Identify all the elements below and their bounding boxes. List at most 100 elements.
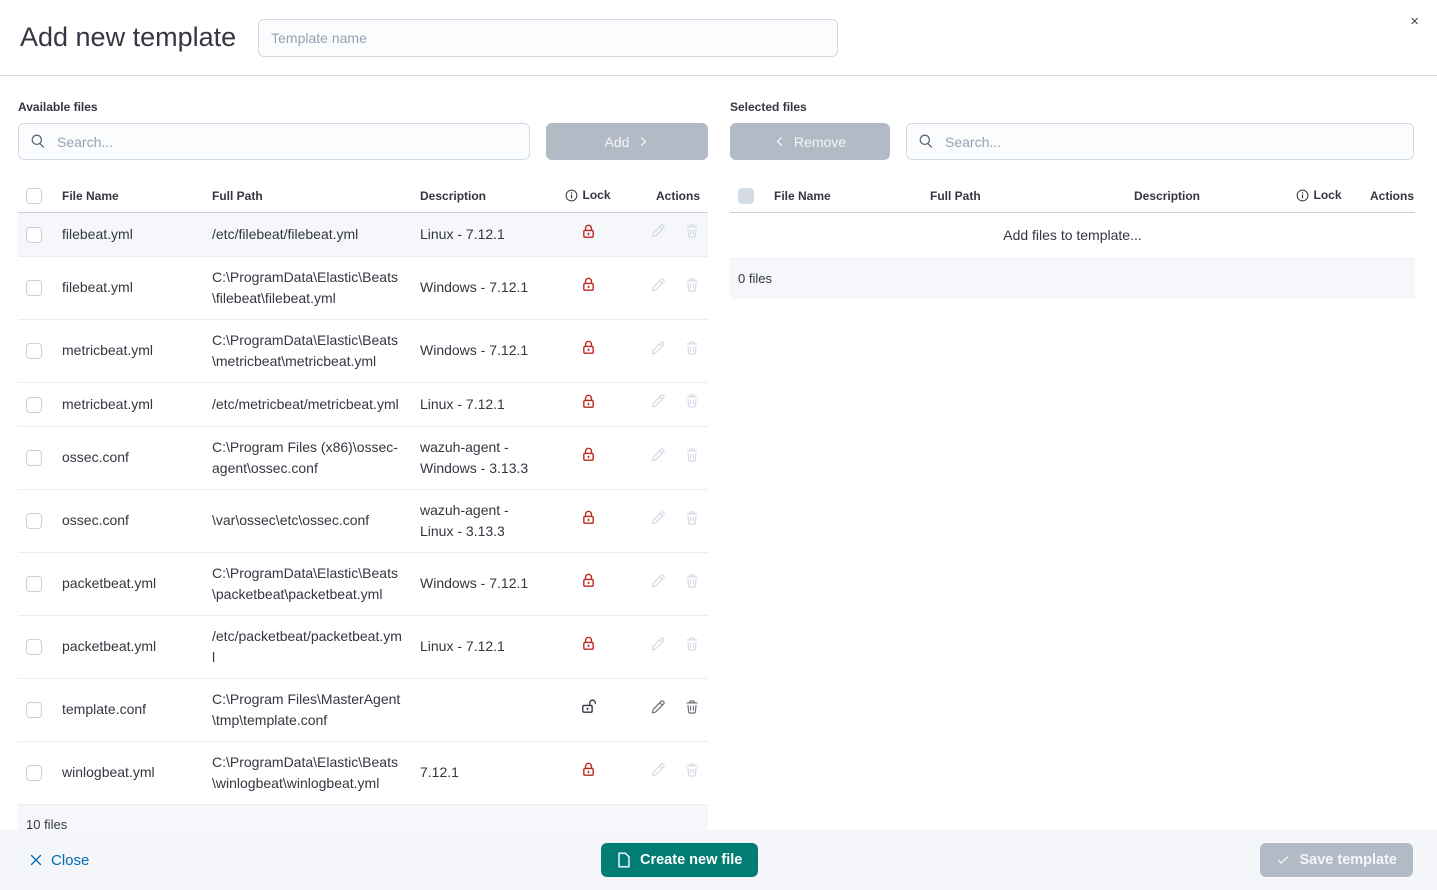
edit-pencil-icon xyxy=(650,573,666,589)
lock-open-icon xyxy=(580,702,597,718)
description-cell: Linux - 7.12.1 xyxy=(412,615,552,678)
trash-icon xyxy=(684,573,700,589)
lock-cell xyxy=(552,382,624,426)
column-actions: Actions xyxy=(1362,181,1415,212)
remove-button[interactable]: Remove xyxy=(730,123,890,160)
add-button[interactable]: Add xyxy=(546,123,708,160)
full-path-cell: C:\ProgramData\Elastic\Beats\metricbeat\… xyxy=(204,319,412,382)
chevron-left-icon xyxy=(774,136,785,147)
selected-count-label: 0 files xyxy=(730,258,1415,299)
selected-count-row: 0 files xyxy=(730,258,1415,299)
edit-pencil-icon xyxy=(650,223,666,239)
row-checkbox[interactable] xyxy=(26,343,42,359)
trash-icon xyxy=(684,223,700,239)
selected-search xyxy=(906,123,1414,160)
actions-cell xyxy=(624,319,708,382)
trash-icon[interactable] xyxy=(684,699,700,715)
close-x-icon xyxy=(30,854,42,866)
available-files-panel: Available files Add xyxy=(18,100,708,845)
edit-pencil-icon xyxy=(650,447,666,463)
search-icon xyxy=(30,133,46,149)
lock-closed-icon xyxy=(580,343,597,359)
lock-cell xyxy=(552,552,624,615)
file-name-cell: ossec.conf xyxy=(54,489,204,552)
description-cell xyxy=(412,678,552,741)
lock-closed-icon xyxy=(580,280,597,296)
template-name-input[interactable] xyxy=(258,19,838,57)
selected-files-label: Selected files xyxy=(730,100,1414,114)
selected-files-table: File Name Full Path Description Lock Act… xyxy=(730,181,1415,299)
modal-footer: Close Create new file Save template xyxy=(0,830,1437,890)
full-path-cell: /etc/packetbeat/packetbeat.yml xyxy=(204,615,412,678)
row-checkbox[interactable] xyxy=(26,227,42,243)
trash-icon xyxy=(684,762,700,778)
available-controls: Add xyxy=(18,123,708,160)
column-description: Description xyxy=(412,181,552,212)
column-full-path: Full Path xyxy=(922,181,1126,212)
lock-cell xyxy=(552,489,624,552)
trash-icon xyxy=(684,447,700,463)
trash-icon xyxy=(684,393,700,409)
description-cell: Windows - 7.12.1 xyxy=(412,319,552,382)
row-checkbox[interactable] xyxy=(26,576,42,592)
table-row: winlogbeat.yml C:\ProgramData\Elastic\Be… xyxy=(18,741,708,804)
create-new-file-button[interactable]: Create new file xyxy=(601,843,758,877)
actions-cell xyxy=(624,256,708,319)
full-path-cell: \var\ossec\etc\ossec.conf xyxy=(204,489,412,552)
add-button-label: Add xyxy=(605,134,630,150)
actions-cell xyxy=(624,382,708,426)
select-all-checkbox[interactable] xyxy=(26,188,42,204)
row-checkbox[interactable] xyxy=(26,397,42,413)
lock-closed-icon xyxy=(580,639,597,655)
table-row: metricbeat.yml /etc/metricbeat/metricbea… xyxy=(18,382,708,426)
selected-search-input[interactable] xyxy=(906,123,1414,160)
available-search-input[interactable] xyxy=(18,123,530,160)
close-button[interactable]: Close xyxy=(30,852,89,869)
description-cell: wazuh-agent - Linux - 3.13.3 xyxy=(412,489,552,552)
save-template-button[interactable]: Save template xyxy=(1260,843,1413,877)
row-checkbox[interactable] xyxy=(26,639,42,655)
table-row: packetbeat.yml /etc/packetbeat/packetbea… xyxy=(18,615,708,678)
row-checkbox[interactable] xyxy=(26,702,42,718)
row-checkbox[interactable] xyxy=(26,765,42,781)
lock-closed-icon xyxy=(580,576,597,592)
trash-icon xyxy=(684,340,700,356)
row-checkbox[interactable] xyxy=(26,450,42,466)
remove-button-label: Remove xyxy=(794,134,846,150)
select-all-checkbox-disabled xyxy=(738,188,754,204)
file-name-cell: template.conf xyxy=(54,678,204,741)
lock-cell xyxy=(552,741,624,804)
description-cell: Linux - 7.12.1 xyxy=(412,212,552,256)
table-row: ossec.conf C:\Program Files (x86)\ossec-… xyxy=(18,426,708,489)
modal-header: Add new template xyxy=(0,0,1437,76)
selected-empty-row: Add files to template... xyxy=(730,212,1415,258)
available-files-table: File Name Full Path Description Lock Act… xyxy=(18,181,708,845)
file-name-cell: metricbeat.yml xyxy=(54,319,204,382)
edit-pencil-icon xyxy=(650,636,666,652)
lock-closed-icon xyxy=(580,513,597,529)
close-icon[interactable]: × xyxy=(1410,14,1419,29)
column-file-name: File Name xyxy=(766,181,922,212)
close-button-label: Close xyxy=(51,852,89,869)
selected-table-header: File Name Full Path Description Lock Act… xyxy=(730,181,1415,212)
lock-closed-icon xyxy=(580,450,597,466)
row-checkbox[interactable] xyxy=(26,513,42,529)
lock-cell xyxy=(552,319,624,382)
edit-pencil-icon[interactable] xyxy=(650,699,666,715)
actions-cell xyxy=(624,212,708,256)
document-icon xyxy=(617,852,631,868)
edit-pencil-icon xyxy=(650,762,666,778)
actions-cell xyxy=(624,615,708,678)
empty-message: Add files to template... xyxy=(730,212,1415,258)
column-actions: Actions xyxy=(624,181,708,212)
file-name-cell: filebeat.yml xyxy=(54,212,204,256)
row-checkbox[interactable] xyxy=(26,280,42,296)
column-description: Description xyxy=(1126,181,1276,212)
table-row: metricbeat.yml C:\ProgramData\Elastic\Be… xyxy=(18,319,708,382)
file-name-cell: packetbeat.yml xyxy=(54,615,204,678)
table-row: filebeat.yml C:\ProgramData\Elastic\Beat… xyxy=(18,256,708,319)
available-files-tbody: filebeat.yml /etc/filebeat/filebeat.yml … xyxy=(18,212,708,804)
description-cell: wazuh-agent - Windows - 3.13.3 xyxy=(412,426,552,489)
page-title: Add new template xyxy=(20,22,236,53)
chevron-right-icon xyxy=(638,136,649,147)
